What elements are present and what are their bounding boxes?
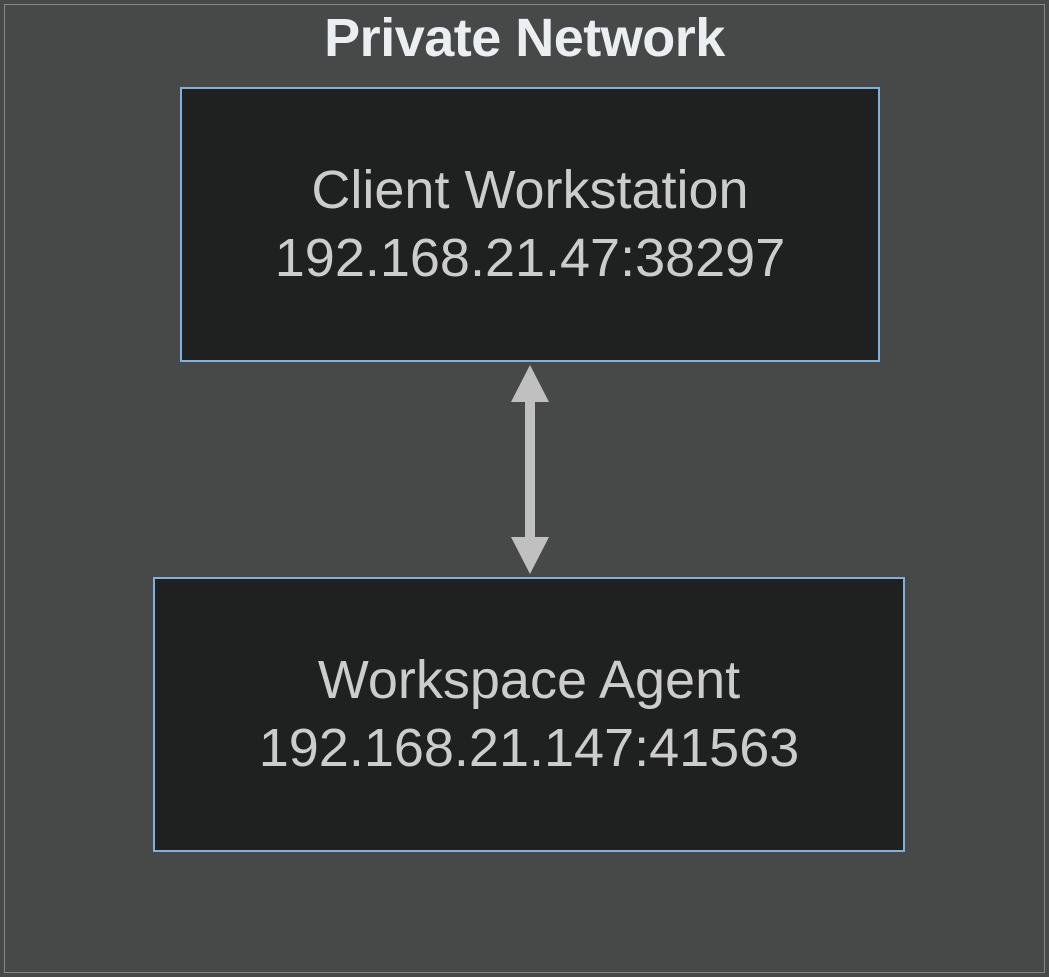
diagram-container: Private Network Client Workstation 192.1… [4, 4, 1045, 973]
bidirectional-arrow-icon [495, 362, 565, 577]
node-client-workstation: Client Workstation 192.168.21.47:38297 [180, 87, 880, 362]
node-client-address: 192.168.21.47:38297 [275, 225, 786, 293]
node-agent-address: 192.168.21.147:41563 [259, 715, 800, 783]
node-client-label: Client Workstation [311, 157, 748, 225]
node-agent-label: Workspace Agent [318, 647, 740, 715]
node-workspace-agent: Workspace Agent 192.168.21.147:41563 [153, 577, 905, 852]
diagram-title: Private Network [324, 7, 725, 69]
